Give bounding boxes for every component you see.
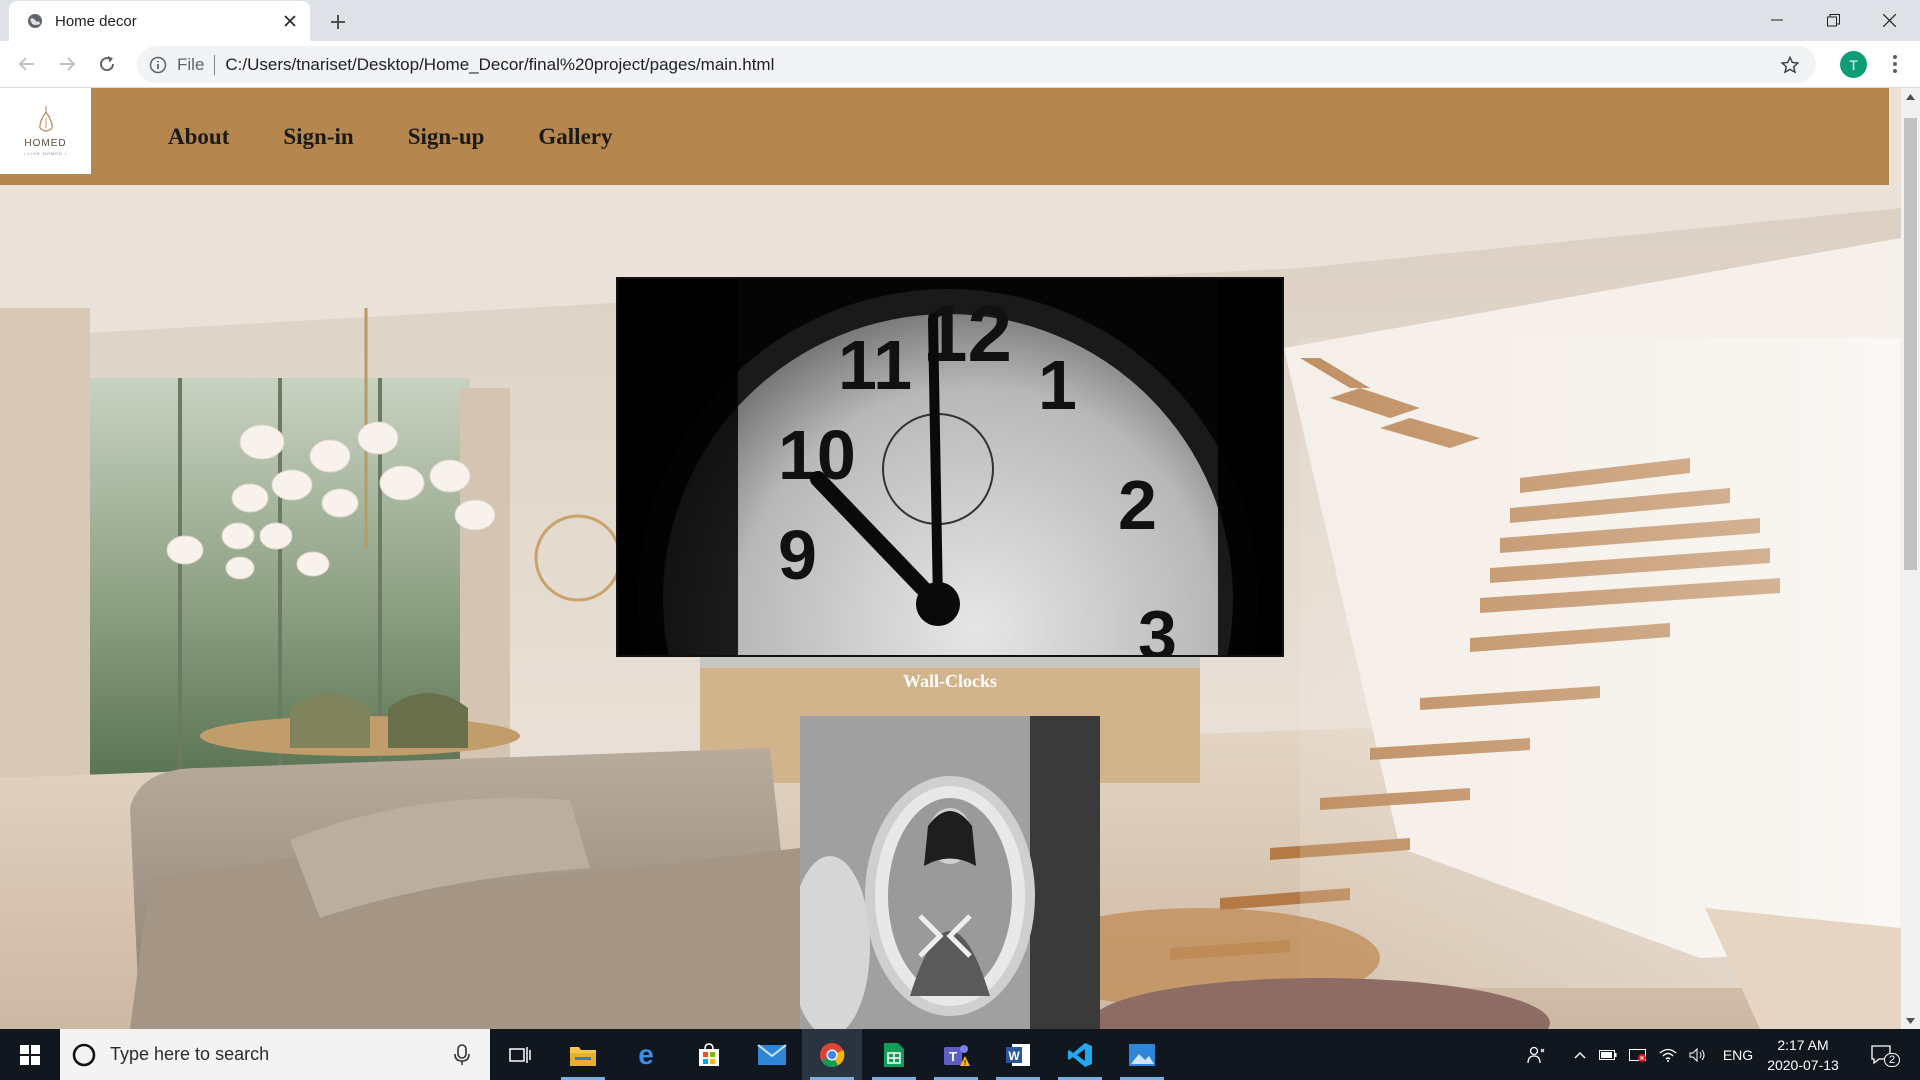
svg-text:1: 1 (1038, 346, 1077, 424)
teams-icon[interactable]: T! (926, 1029, 986, 1080)
url-text[interactable]: C:/Users/tnariset/Desktop/Home_Decor/fin… (225, 55, 1778, 75)
logo-name: HOMED (24, 138, 67, 149)
scroll-thumb[interactable] (1904, 118, 1917, 570)
svg-text:W: W (1008, 1049, 1020, 1063)
restore-button[interactable] (1805, 0, 1861, 40)
nav-about[interactable]: About (168, 124, 229, 150)
photos-icon[interactable] (1112, 1029, 1172, 1080)
nav-sign-in[interactable]: Sign-in (283, 124, 353, 150)
language-indicator[interactable]: ENG (1718, 1029, 1758, 1080)
svg-text:9: 9 (778, 516, 817, 594)
clock-date: 2020-07-13 (1767, 1057, 1839, 1073)
url-scheme: File (177, 54, 205, 74)
task-view-icon[interactable] (490, 1029, 550, 1080)
nav-sign-up[interactable]: Sign-up (408, 124, 485, 150)
security-alert-icon[interactable] (1626, 1029, 1650, 1080)
svg-text:!: ! (964, 1060, 966, 1067)
profile-avatar[interactable]: T (1840, 51, 1867, 78)
logo-tagline: • LIVE HOMED • (23, 151, 68, 156)
volume-icon[interactable] (1686, 1029, 1710, 1080)
wall-clock-image[interactable]: 11 12 1 10 2 9 3 (616, 277, 1284, 657)
store-icon[interactable] (679, 1029, 739, 1080)
address-bar[interactable]: File C:/Users/tnariset/Desktop/Home_Deco… (137, 46, 1816, 83)
file-explorer-icon[interactable] (553, 1029, 613, 1080)
taskbar: Type here to search e T! W ENG 2:17 AM 2… (0, 1029, 1920, 1080)
mirror-photo (800, 716, 1100, 1029)
wifi-icon[interactable] (1656, 1029, 1680, 1080)
page-scrollbar[interactable] (1901, 88, 1920, 1029)
chevron-up-icon[interactable] (1568, 1029, 1592, 1080)
page-viewport: HOMED • LIVE HOMED • About Sign-in Sign-… (0, 88, 1901, 1029)
clock-time: 2:17 AM (1777, 1037, 1829, 1053)
nav-gallery[interactable]: Gallery (538, 124, 612, 150)
svg-text:e: e (638, 1042, 654, 1068)
svg-text:3: 3 (1138, 596, 1177, 657)
minimize-button[interactable] (1749, 0, 1805, 40)
tab-strip: Home decor (0, 0, 1920, 41)
svg-text:2: 2 (1118, 466, 1157, 544)
info-icon[interactable] (149, 56, 167, 74)
mail-icon[interactable] (742, 1029, 802, 1080)
edge-icon[interactable]: e (616, 1029, 676, 1080)
search-ring-icon (72, 1043, 96, 1066)
scroll-up-icon[interactable] (1901, 88, 1920, 105)
microphone-icon[interactable] (450, 1043, 474, 1067)
menu-dots-icon[interactable] (1880, 49, 1910, 79)
reload-icon[interactable] (92, 49, 122, 79)
mirror-portrait-image[interactable] (800, 716, 1100, 1029)
gallery-caption: Wall-Clocks (902, 671, 997, 691)
battery-icon[interactable] (1596, 1029, 1620, 1080)
browser-toolbar: File C:/Users/tnariset/Desktop/Home_Deco… (0, 41, 1920, 88)
svg-text:11: 11 (838, 326, 912, 404)
bookmark-star-icon[interactable] (1778, 53, 1802, 77)
clock-photo: 11 12 1 10 2 9 3 (618, 279, 1282, 657)
drop-lamp-icon (38, 106, 53, 132)
site-logo[interactable]: HOMED • LIVE HOMED • (0, 88, 91, 174)
sheets-icon[interactable] (864, 1029, 924, 1080)
browser-tab[interactable]: Home decor (9, 1, 310, 41)
tab-title: Home decor (55, 12, 137, 30)
notification-icon[interactable]: 2 (1862, 1029, 1902, 1080)
url-separator (214, 54, 216, 75)
site-nav: About Sign-in Sign-up Gallery (168, 88, 613, 185)
system-clock[interactable]: 2:17 AM 2020-07-13 (1760, 1035, 1846, 1075)
chrome-icon[interactable] (802, 1029, 862, 1080)
vscode-icon[interactable] (1050, 1029, 1110, 1080)
site-header: HOMED • LIVE HOMED • About Sign-in Sign-… (0, 88, 1889, 185)
new-tab-button[interactable] (324, 8, 352, 36)
close-tab-icon[interactable] (278, 9, 302, 33)
scroll-down-icon[interactable] (1901, 1012, 1920, 1029)
close-window-button[interactable] (1861, 0, 1917, 40)
notification-count: 2 (1884, 1053, 1901, 1067)
back-icon[interactable] (12, 49, 42, 79)
forward-icon[interactable] (52, 49, 82, 79)
windows-start-icon[interactable] (0, 1029, 60, 1080)
search-placeholder: Type here to search (110, 1044, 270, 1064)
svg-text:T: T (949, 1049, 957, 1064)
globe-icon (28, 14, 42, 28)
taskbar-search[interactable]: Type here to search (60, 1029, 490, 1080)
people-icon[interactable] (1520, 1029, 1554, 1080)
word-icon[interactable]: W (988, 1029, 1048, 1080)
